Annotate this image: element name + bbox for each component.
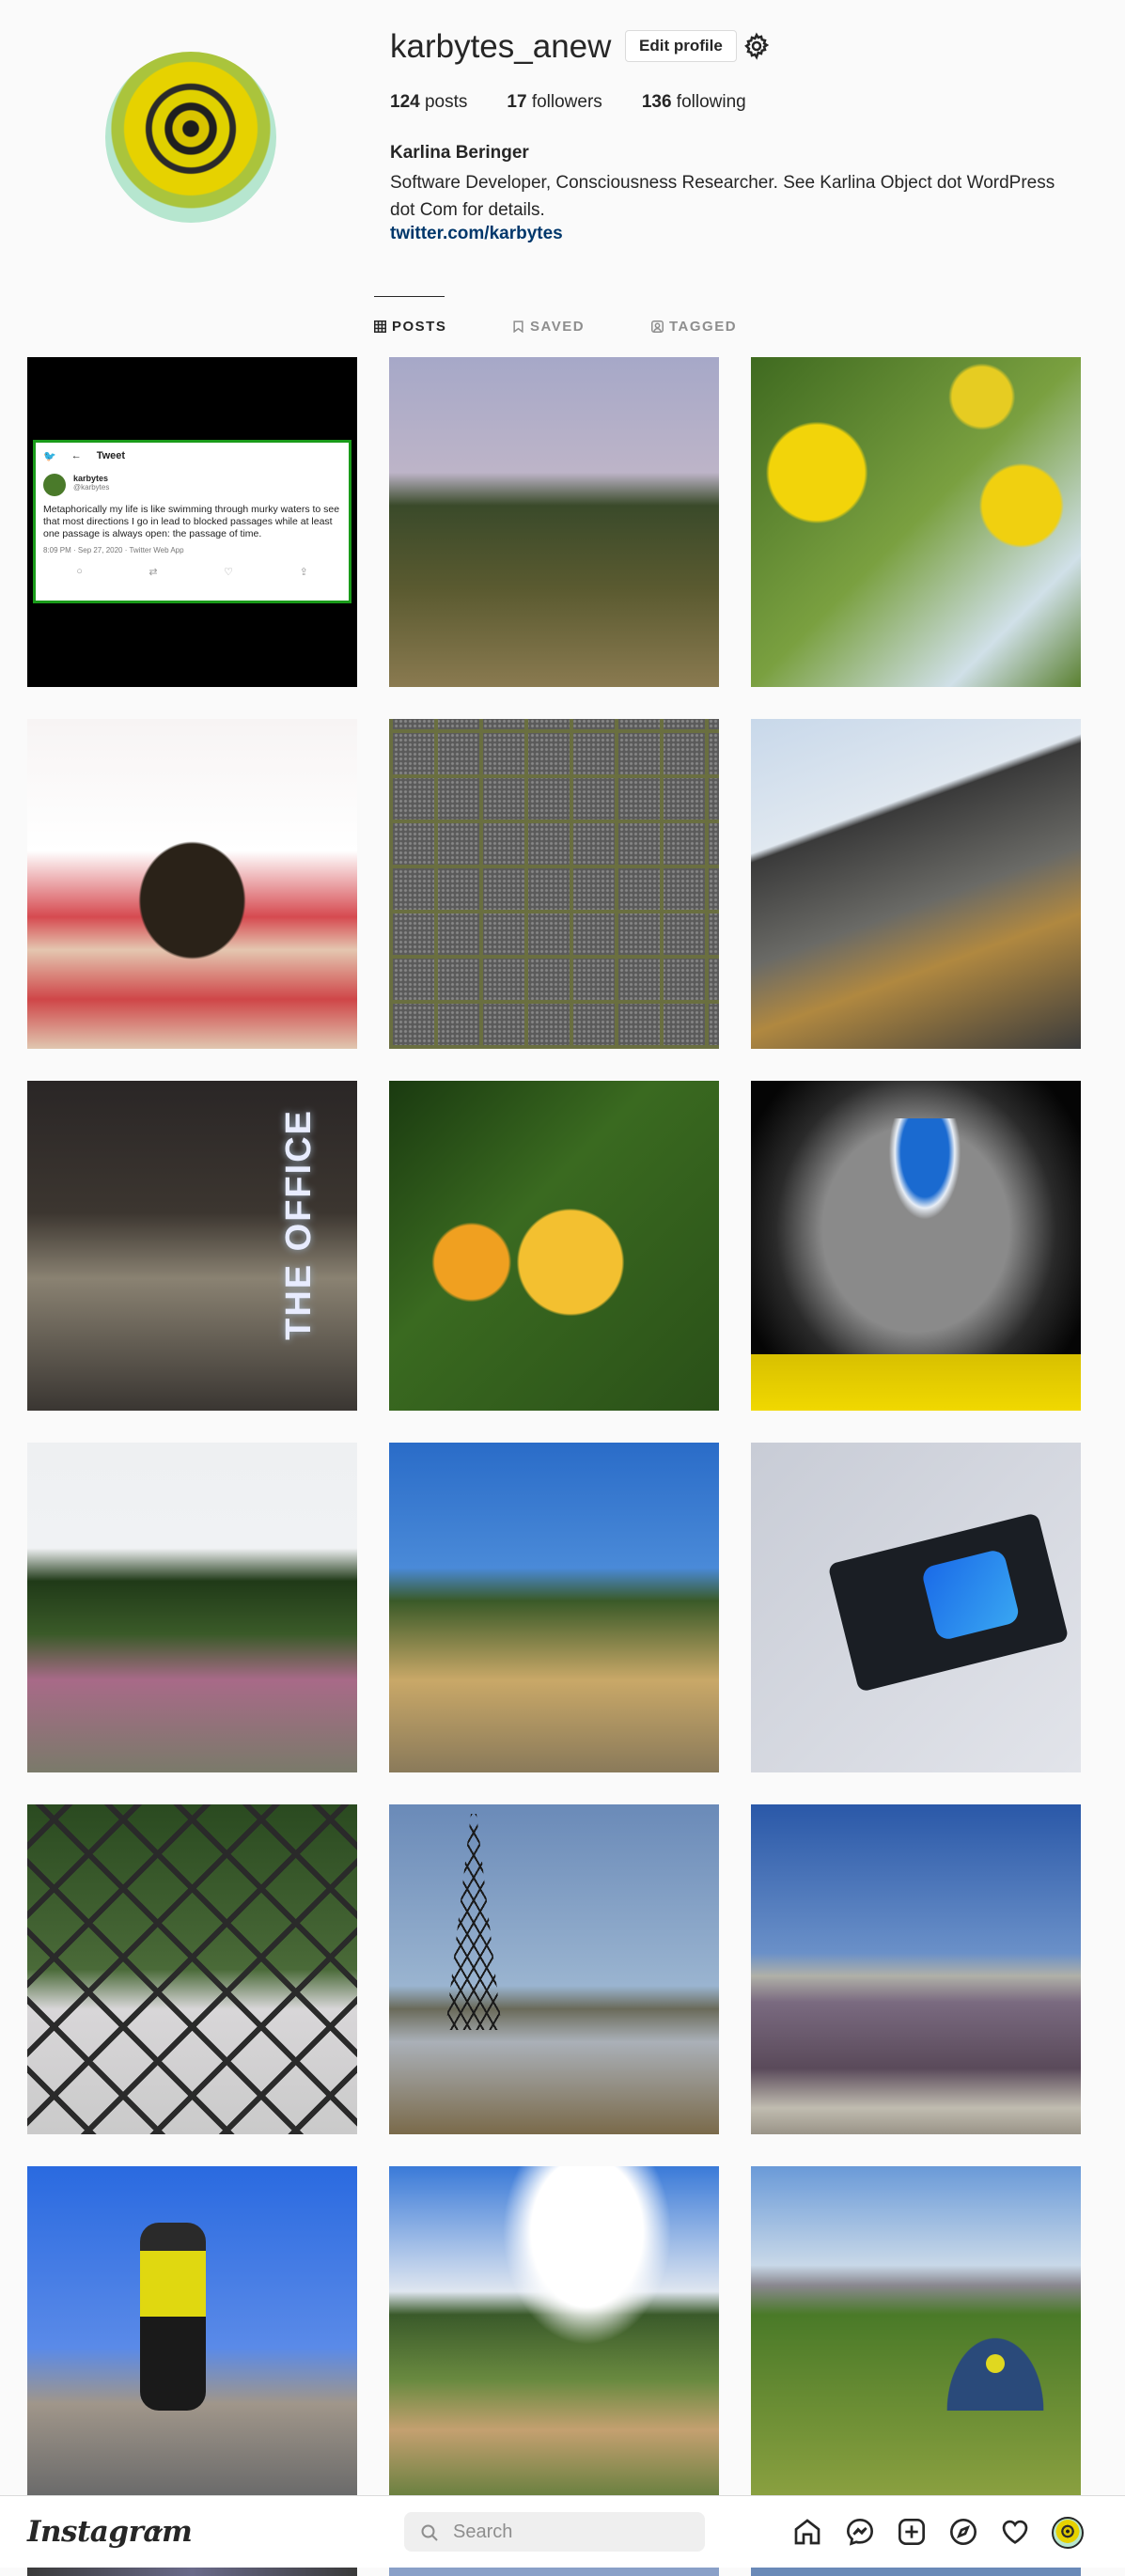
- post-tent-on-hill[interactable]: [751, 2166, 1081, 2496]
- next-row-preview: [0, 2568, 1125, 2576]
- share-icon: ⇪: [299, 567, 308, 578]
- chevron-down-icon[interactable]: [151, 2524, 164, 2537]
- post-the-office-sign[interactable]: THE OFFICE: [27, 1081, 357, 1411]
- tweet-handle: @karbytes: [73, 483, 110, 492]
- tab-tagged[interactable]: TAGGED: [651, 319, 737, 335]
- edit-profile-button[interactable]: Edit profile: [625, 30, 737, 62]
- tweet-card: 🐦 ← Tweet karbytes @karbytes Metaphoricall…: [33, 440, 352, 603]
- twitter-bird-icon: 🐦: [43, 451, 56, 462]
- post-cloudy-trail[interactable]: [389, 2166, 719, 2496]
- post-lemon-tree[interactable]: [751, 357, 1081, 687]
- tab-saved[interactable]: SAVED: [512, 319, 585, 335]
- profile-avatar[interactable]: [1052, 2517, 1084, 2549]
- home-icon[interactable]: [792, 2517, 822, 2547]
- bookmark-icon: [513, 320, 523, 333]
- post-sleeping-cat[interactable]: [27, 719, 357, 1049]
- like-icon: ♡: [224, 567, 233, 578]
- tab-posts[interactable]: POSTS: [374, 319, 446, 335]
- post-hiker-portrait[interactable]: [27, 2166, 357, 2496]
- profile-full-name: Karlina Beringer: [390, 143, 529, 163]
- back-arrow-icon: ←: [70, 450, 82, 461]
- profile-website-link[interactable]: twitter.com/karbytes: [390, 224, 563, 244]
- post-buddhas-hand-citron[interactable]: [389, 1081, 719, 1411]
- search-input[interactable]: [404, 2512, 705, 2552]
- profile-tabs: POSTS SAVED TAGGED: [0, 296, 1125, 352]
- following-stat[interactable]: 136 following: [642, 92, 746, 113]
- post-hillside-trail[interactable]: [389, 357, 719, 687]
- post-sticker-art[interactable]: [751, 1081, 1081, 1411]
- tweet-text: Metaphorically my life is like swimming …: [43, 504, 340, 539]
- tweet-name: karbytes: [73, 474, 109, 483]
- tweet-avatar: [43, 474, 66, 496]
- profile-username: karbytes_anew: [390, 28, 612, 65]
- profile-avatar[interactable]: [105, 52, 276, 223]
- tag-icon: [651, 320, 664, 333]
- profile-bio: Software Developer, Consciousness Resear…: [390, 173, 1055, 220]
- post-deer-behind-fence[interactable]: [27, 1804, 357, 2134]
- tweet-header: Tweet: [96, 450, 126, 461]
- post-tweet-screenshot[interactable]: 🐦 ← Tweet karbytes @karbytes Metaphoricall…: [27, 357, 357, 687]
- post-train-station[interactable]: [751, 719, 1081, 1049]
- tweet-meta: 8:09 PM · Sep 27, 2020 · Twitter Web App: [43, 546, 184, 554]
- grid-icon: [374, 320, 386, 333]
- search-icon: [421, 2524, 438, 2541]
- office-sign-text: THE OFFICE: [279, 1109, 319, 1340]
- post-green-hills[interactable]: [27, 1443, 357, 1772]
- post-tile-pattern[interactable]: [389, 719, 719, 1049]
- retweet-icon: ⇄: [148, 567, 158, 578]
- profile-stats: 124 posts 17 followers 136 following: [390, 92, 746, 113]
- active-tab-indicator: [374, 296, 445, 297]
- post-dirt-road-hills[interactable]: [389, 1443, 719, 1772]
- reply-icon: ○: [76, 566, 83, 577]
- bottom-navigation-bar: Instagram: [0, 2495, 1125, 2568]
- instagram-logo[interactable]: Instagram: [27, 2515, 193, 2549]
- post-bank-card[interactable]: [751, 1443, 1081, 1772]
- explore-icon[interactable]: [948, 2517, 978, 2547]
- post-power-tower-marsh[interactable]: [389, 1804, 719, 2134]
- posts-stat: 124 posts: [390, 92, 468, 112]
- followers-stat[interactable]: 17 followers: [507, 92, 602, 113]
- new-post-icon[interactable]: [897, 2517, 927, 2547]
- messenger-icon[interactable]: [845, 2517, 875, 2547]
- profile-header: karbytes_anew Edit profile 124 posts 17 …: [0, 0, 1125, 282]
- post-bay-shoreline[interactable]: [751, 1804, 1081, 2134]
- heart-icon[interactable]: [1000, 2517, 1030, 2547]
- settings-gear-icon[interactable]: [742, 32, 771, 60]
